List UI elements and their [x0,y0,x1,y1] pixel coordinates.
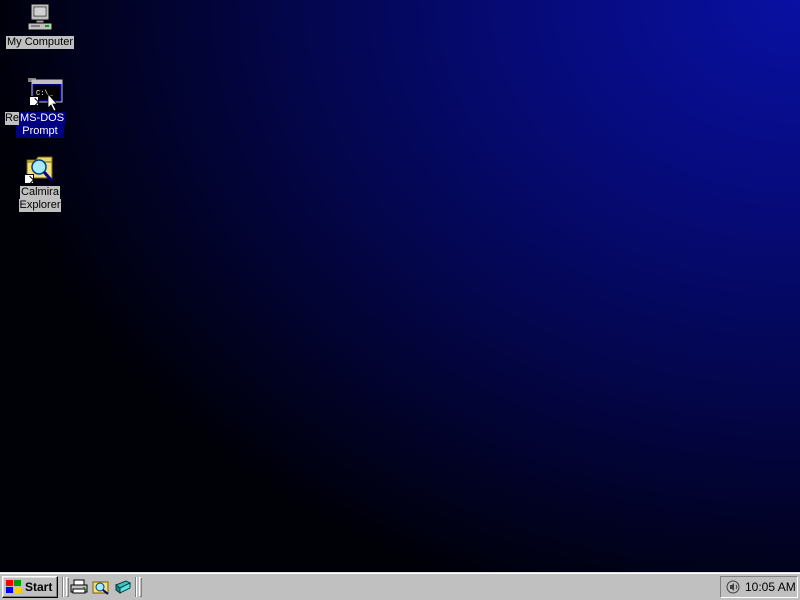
explorer-icon [24,152,56,184]
icon-label: My Computer [5,36,75,49]
my-computer-icon [24,2,56,34]
taskbar-separator [62,577,64,597]
icon-label-line2: Prompt [16,125,64,138]
quick-launch-grip[interactable] [66,577,69,597]
printer-icon[interactable] [70,579,88,595]
start-label: Start [25,580,53,594]
icon-label-line2: Explorer [18,199,62,212]
icon-label: MS-DOS [19,112,66,125]
ms-dos-icon: C:\_ [26,78,66,112]
my-computer-shortcut[interactable]: My Computer [2,2,78,49]
clock[interactable]: 10:05 AM [745,580,796,594]
ms-dos-prompt-shortcut[interactable]: C:\_ ReMS-DOS Prompt [2,78,78,138]
desktop-icon[interactable] [114,579,132,595]
taskbar-separator [135,577,137,597]
shortcut-overlay-icon [29,96,39,106]
shortcut-overlay-icon [24,174,34,184]
calmira-explorer-shortcut[interactable]: Calmira Explorer [2,152,78,212]
volume-icon[interactable] [725,579,741,595]
explorer-icon[interactable] [92,579,110,595]
icon-label-hidden-prefix: Re [4,112,20,125]
taskbar: Start 10:05 AM [0,572,800,600]
windows-logo-icon [6,580,22,594]
desktop[interactable]: My Computer C:\_ ReMS-DOS Prompt Calmira… [0,0,800,572]
icon-label: Calmira [20,186,60,199]
system-tray: 10:05 AM [720,576,798,598]
start-button[interactable]: Start [2,576,58,598]
task-area-grip[interactable] [139,577,142,597]
